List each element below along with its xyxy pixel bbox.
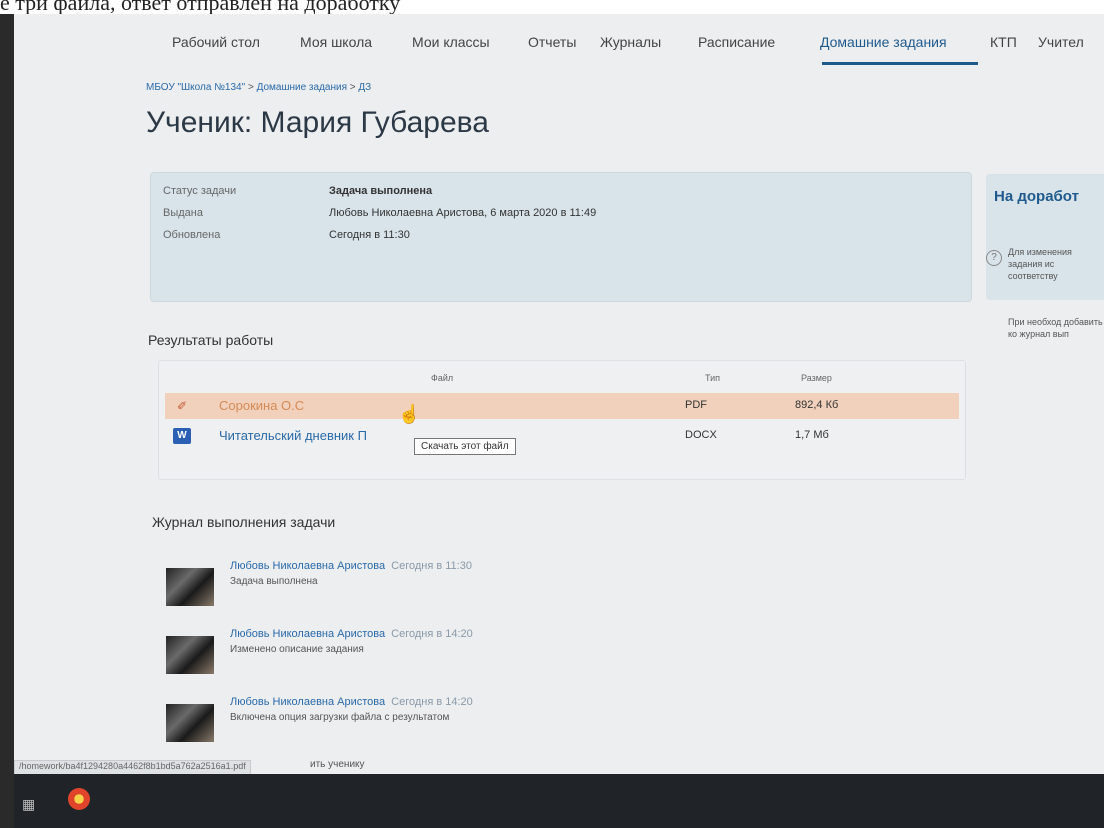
screen-bezel [0,14,14,828]
file-size: 892,4 Кб [795,399,839,411]
breadcrumb: МБОУ "Школа №134" > Домашние задания > Д… [146,82,371,93]
page-title: Ученик: Мария Губарева [146,106,489,139]
breadcrumb-separator: > [349,82,356,93]
journal-entry: Любовь Николаевна Аристова Сегодня в 11:3… [166,560,866,612]
updated-label: Обновлена [163,229,221,241]
nav-item-journals[interactable]: Журналы [600,34,661,50]
issued-label: Выдана [163,207,203,219]
nav-item-reports[interactable]: Отчеты [528,34,576,50]
pdf-icon: ✐ [176,399,188,413]
breadcrumb-dz[interactable]: ДЗ [358,82,371,93]
journal-desc: Задача выполнена [230,576,318,587]
col-header-type: Тип [705,373,721,383]
file-link[interactable]: Сорокина О.С [219,398,304,413]
breadcrumb-school[interactable]: МБОУ "Школа №134" [146,82,245,93]
avatar [166,704,214,742]
journal-entry: Любовь Николаевна Аристова Сегодня в 14:2… [166,696,866,748]
browser-screen: Рабочий стол Моя школа Мои классы Отчеты… [14,14,1104,774]
top-navigation: Рабочий стол Моя школа Мои классы Отчеты… [158,20,1104,78]
nav-item-teacher[interactable]: Учител [1038,34,1084,50]
journal-author[interactable]: Любовь Николаевна Аристова [230,628,385,640]
help-text-secondary: При необход добавить ко журнал вып [1008,317,1103,339]
journal-time: Сегодня в 14:20 [391,628,473,640]
word-icon: W [173,428,191,444]
hand-cursor-icon: ☝ [398,404,421,424]
breadcrumb-homework[interactable]: Домашние задания [257,82,347,93]
top-fragment-text: е три файла, ответ отправлен на доработк… [0,0,401,14]
journal-title: Журнал выполнения задачи [152,514,336,530]
avatar [166,568,214,606]
yandex-browser-icon[interactable] [68,788,90,810]
journal-entry-header: Любовь Николаевна Аристова Сегодня в 11:3… [230,560,472,572]
col-header-size: Размер [801,373,832,383]
download-tooltip: Скачать этот файл [414,438,516,455]
journal-entry-header: Любовь Николаевна Аристова Сегодня в 14:2… [230,628,473,640]
task-view-icon[interactable]: ▦ [22,796,35,813]
nav-item-schedule[interactable]: Расписание [698,34,775,50]
file-type: PDF [685,399,707,411]
col-header-file: Файл [431,373,454,383]
journal-entry: Любовь Николаевна Аристова Сегодня в 14:2… [166,628,866,680]
file-row[interactable]: W Читательский дневник П DOCX 1,7 Мб [165,423,959,449]
file-link[interactable]: Читательский дневник П [219,428,367,443]
journal-desc: Включена опция загрузки файла с результа… [230,712,450,723]
status-bar-tail: ить ученику [310,759,365,770]
journal-time: Сегодня в 14:20 [391,696,473,708]
help-text: Для изменения задания ис соответству [1008,247,1072,281]
file-size: 1,7 Мб [795,429,829,441]
file-type: DOCX [685,429,717,441]
nav-item-homework[interactable]: Домашние задания [820,34,947,50]
nav-item-desktop[interactable]: Рабочий стол [172,34,260,50]
task-info-card: Статус задачи Задача выполнена Выдана Лю… [150,172,972,302]
file-row[interactable]: ✐ Сорокина О.С PDF 892,4 Кб [165,393,959,419]
status-label: Статус задачи [163,185,237,197]
journal-author[interactable]: Любовь Николаевна Аристова [230,696,385,708]
breadcrumb-separator: > [247,82,254,93]
nav-item-my-school[interactable]: Моя школа [300,34,372,50]
avatar [166,636,214,674]
journal-desc: Изменено описание задания [230,644,364,655]
status-value: Задача выполнена [329,185,433,197]
issued-value: Любовь Николаевна Аристова, 6 марта 2020… [329,207,597,219]
journal-entry-header: Любовь Николаевна Аристова Сегодня в 14:2… [230,696,473,708]
nav-item-my-classes[interactable]: Мои классы [412,34,490,50]
journal-author[interactable]: Любовь Николаевна Аристова [230,560,385,572]
files-table: Файл Тип Размер ✐ Сорокина О.С PDF 892,4… [158,360,966,480]
journal-time: Сегодня в 11:30 [391,560,472,572]
side-help: ? Для изменения задания ис соответству П… [984,246,1104,376]
return-for-revision-button[interactable]: На доработ [994,188,1079,205]
question-icon: ? [986,250,1002,266]
document-text-fragment: е три файла, ответ отправлен на доработк… [0,0,1104,14]
nav-item-ktp[interactable]: КТП [990,34,1017,50]
updated-value: Сегодня в 11:30 [329,229,410,241]
active-tab-underline [822,62,978,65]
status-bar-url: /homework/ba4f1294280a4462f8b1bd5a762a25… [14,760,251,774]
results-title: Результаты работы [148,332,274,348]
taskbar: ▦ [14,774,1104,828]
